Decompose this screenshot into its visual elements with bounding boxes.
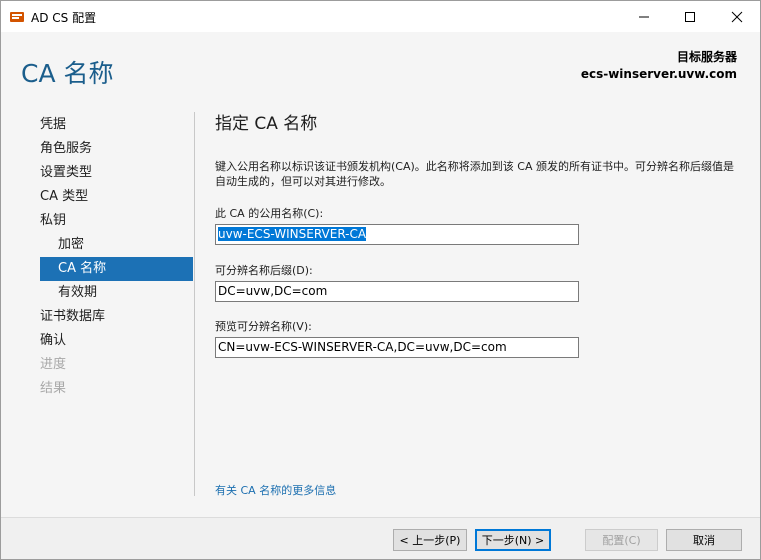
preview-dn-label: 预览可分辨名称(V): — [215, 320, 312, 333]
next-button[interactable]: 下一步(N) > — [475, 529, 551, 551]
nav-item-ca-name[interactable]: CA 名称 — [40, 257, 193, 281]
nav-divider — [194, 112, 195, 496]
description-text: 键入公用名称以标识该证书颁发机构(CA)。此名称将添加到该 CA 颁发的所有证书… — [215, 160, 734, 188]
content-title: 指定 CA 名称 — [215, 114, 318, 134]
content-panel: 指定 CA 名称 键入公用名称以标识该证书颁发机构(CA)。此名称将添加到该 C… — [215, 109, 735, 358]
minimize-icon — [639, 16, 649, 17]
configure-button: 配置(C) — [585, 529, 658, 551]
app-icon — [9, 9, 25, 25]
ad-cs-config-window: AD CS 配置 CA 名称 目标服务器 ecs-winserver.uvw.c… — [0, 0, 761, 560]
maximize-button[interactable] — [667, 1, 713, 32]
dn-suffix-input[interactable]: DC=uvw,DC=com — [215, 281, 579, 302]
nav-item-credentials[interactable]: 凭据 — [40, 113, 193, 137]
nav-item-validity-period[interactable]: 有效期 — [40, 281, 193, 305]
common-name-input[interactable]: uvw-ECS-WINSERVER-CA — [215, 224, 579, 245]
footer: < 上一步(P) 下一步(N) > 配置(C) 取消 — [1, 517, 760, 559]
page-title: CA 名称 — [21, 59, 114, 88]
close-button[interactable] — [714, 1, 760, 32]
close-icon — [731, 11, 743, 22]
minimize-button[interactable] — [621, 1, 667, 32]
target-server-value: ecs-winserver.uvw.com — [580, 67, 737, 81]
nav-item-setup-type[interactable]: 设置类型 — [40, 161, 193, 185]
nav-item-progress: 进度 — [40, 357, 67, 372]
previous-button[interactable]: < 上一步(P) — [393, 529, 467, 551]
nav-item-results: 结果 — [40, 381, 67, 396]
more-info-link[interactable]: 有关 CA 名称的更多信息 — [215, 482, 336, 498]
window-title: AD CS 配置 — [31, 11, 97, 25]
nav-item-cryptography[interactable]: 加密 — [40, 233, 193, 257]
common-name-label: 此 CA 的公用名称(C): — [215, 207, 324, 220]
nav-item-certificate-database[interactable]: 证书数据库 — [40, 305, 193, 329]
header: CA 名称 目标服务器 ecs-winserver.uvw.com — [1, 32, 760, 100]
nav-item-private-key[interactable]: 私钥 — [40, 209, 193, 233]
title-bar[interactable]: AD CS 配置 — [1, 1, 760, 32]
dn-suffix-label: 可分辨名称后缀(D): — [215, 264, 313, 277]
cancel-button[interactable]: 取消 — [666, 529, 742, 551]
nav-item-ca-type[interactable]: CA 类型 — [40, 185, 193, 209]
maximize-icon — [685, 11, 695, 22]
target-server-label: 目标服务器 — [676, 50, 737, 64]
wizard-nav: 凭据 角色服务 设置类型 CA 类型 私钥 加密 CA 名称 有效期 证书数据库… — [40, 113, 193, 401]
nav-item-confirmation[interactable]: 确认 — [40, 329, 193, 353]
preview-dn-field: CN=uvw-ECS-WINSERVER-CA,DC=uvw,DC=com — [215, 337, 579, 358]
nav-item-role-services[interactable]: 角色服务 — [40, 137, 193, 161]
common-name-value: uvw-ECS-WINSERVER-CA — [218, 227, 367, 241]
